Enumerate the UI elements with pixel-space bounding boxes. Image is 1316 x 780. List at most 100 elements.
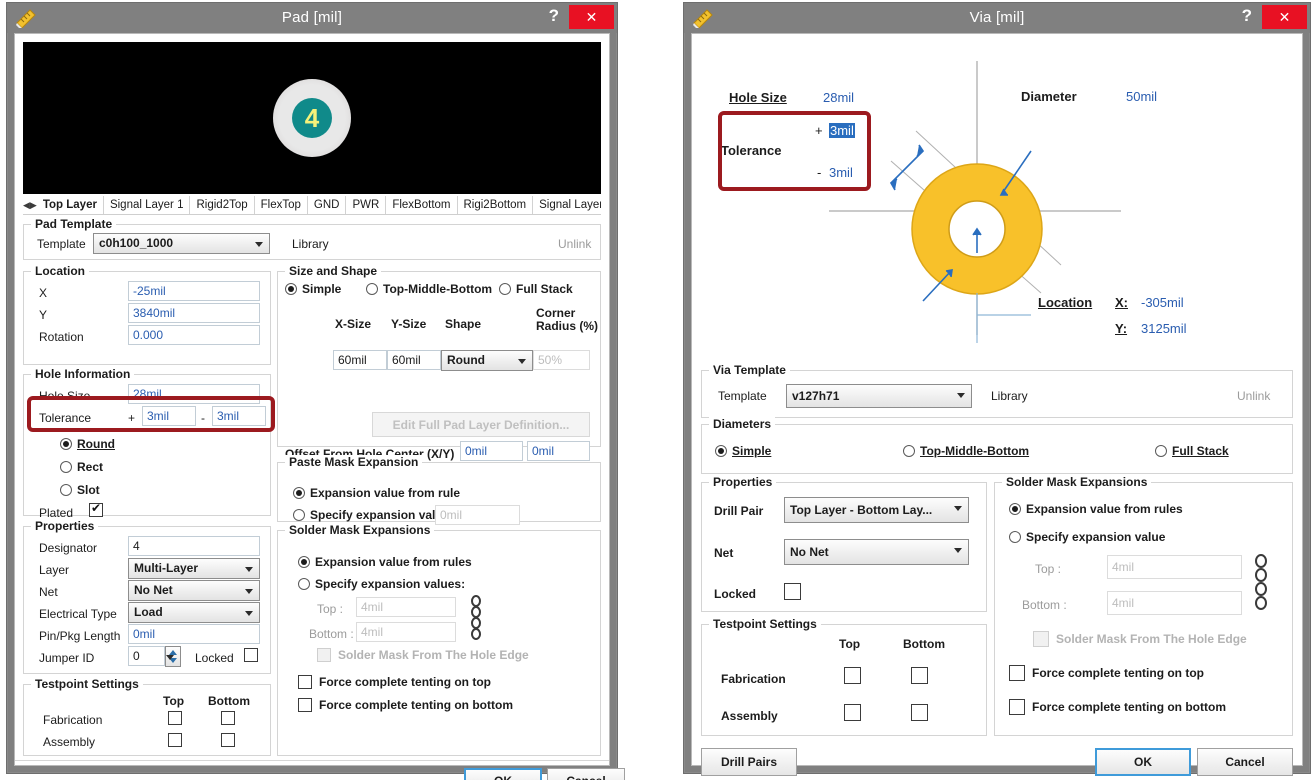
via-sm-hole-edge-checkbox-row[interactable]: Solder Mask From The Hole Edge [1033,631,1247,647]
layer-tabstrip[interactable]: ◀ ▶ Top Layer Signal Layer 1 Rigid2Top F… [23,196,601,215]
pin-pkg-length-input[interactable]: 0mil [128,624,260,644]
pad-template-select[interactable]: c0h100_1000 [93,233,270,254]
pad-ok-button[interactable]: OK [464,768,542,780]
via-tent-bottom-checkbox[interactable] [1009,699,1025,715]
via-tolerance-plus-value[interactable]: 3mil [829,123,855,138]
via-tent-top-checkbox[interactable] [1009,665,1025,681]
via-sm-specify-radio[interactable]: Specify expansion value [1009,530,1165,544]
jumper-id-input[interactable]: 0 [128,646,165,666]
pad-sm-hole-edge-checkbox[interactable] [317,648,331,662]
tab-scroll-left-icon[interactable]: ◀ [23,196,30,214]
size-full-stack-radio[interactable]: Full Stack [499,282,573,296]
pad-sm-bottom-input[interactable]: 4mil [356,622,456,642]
pad-dialog-titlebar[interactable]: Pad [mil] ? ✕ [7,3,617,33]
via-cancel-button[interactable]: Cancel [1197,748,1293,776]
layer-select[interactable]: Multi-Layer [128,558,260,579]
paste-mask-value-input[interactable]: 0mil [435,505,520,525]
tab-rigid2top[interactable]: Rigid2Top [190,196,254,214]
edit-full-pad-layer-definition-button[interactable]: Edit Full Pad Layer Definition... [372,412,590,437]
pad-tent-top-checkbox-row[interactable]: Force complete tenting on top [298,675,491,689]
via-fabrication-top-checkbox[interactable] [844,667,861,684]
pad-sm-hole-edge-checkbox-row[interactable]: Solder Mask From The Hole Edge [317,648,529,662]
pad-fabrication-bottom-checkbox[interactable] [221,711,235,725]
pad-tent-bottom-checkbox[interactable] [298,698,312,712]
via-template-select[interactable]: v127h71 [786,384,972,408]
tab-flextop[interactable]: FlexTop [255,196,308,214]
drill-pairs-button[interactable]: Drill Pairs [701,748,797,776]
tab-signal-layer-1[interactable]: Signal Layer 1 [104,196,191,214]
pad-unlink-button[interactable]: Unlink [558,237,591,251]
x-size-input[interactable]: 60mil [333,350,387,370]
pad-help-button[interactable]: ? [549,6,559,26]
link-chain-icon[interactable] [470,595,480,648]
via-tent-top-checkbox-row[interactable]: Force complete tenting on top [1009,665,1204,681]
pad-cancel-button[interactable]: Cancel [547,768,625,780]
pad-assembly-top-checkbox[interactable] [168,733,182,747]
tab-flexbottom[interactable]: FlexBottom [386,196,457,214]
tab-gnd[interactable]: GND [308,196,347,214]
via-sm-top-input[interactable]: 4mil [1107,555,1242,579]
via-location-x-value[interactable]: -305mil [1141,295,1184,310]
pad-sm-from-rules-radio[interactable]: Expansion value from rules [298,555,472,569]
tolerance-minus-input[interactable]: 3mil [212,406,266,426]
via-location-y-value[interactable]: 3125mil [1141,321,1187,336]
pad-assembly-bottom-checkbox[interactable] [221,733,235,747]
via-diameter-value[interactable]: 50mil [1126,89,1157,104]
electrical-type-select[interactable]: Load [128,602,260,623]
designator-input[interactable]: 4 [128,536,260,556]
size-tmb-radio[interactable]: Top-Middle-Bottom [366,282,492,296]
via-fabrication-bottom-checkbox[interactable] [911,667,928,684]
tolerance-plus-input[interactable]: 3mil [142,406,196,426]
location-rotation-input[interactable]: 0.000 [128,325,260,345]
net-select[interactable]: No Net [128,580,260,601]
hole-shape-rect-radio[interactable]: Rect [60,460,103,474]
location-y-input[interactable]: 3840mil [128,303,260,323]
pad-tent-top-checkbox[interactable] [298,675,312,689]
offset-y-input[interactable]: 0mil [527,441,590,461]
via-locked-checkbox[interactable] [784,583,801,600]
via-assembly-bottom-checkbox[interactable] [911,704,928,721]
pad-tent-bottom-checkbox-row[interactable]: Force complete tenting on bottom [298,698,513,712]
diameters-simple-radio[interactable]: Simple [715,444,771,458]
pad-close-button[interactable]: ✕ [569,5,614,29]
location-x-input[interactable]: -25mil [128,281,260,301]
via-assembly-top-checkbox[interactable] [844,704,861,721]
via-hole-size-value[interactable]: 28mil [823,90,854,105]
via-net-select[interactable]: No Net [784,539,969,565]
shape-select[interactable]: Round [441,350,533,371]
via-sm-from-rules-radio[interactable]: Expansion value from rules [1009,502,1183,516]
hole-size-input[interactable]: 28mil [128,384,260,404]
pad-locked-checkbox[interactable] [244,648,258,662]
jumper-id-stepper[interactable] [165,646,181,667]
via-tolerance-minus-value[interactable]: 3mil [829,165,853,180]
via-help-button[interactable]: ? [1242,6,1252,26]
plated-checkbox[interactable] [89,503,103,517]
paste-mask-from-rule-radio[interactable]: Expansion value from rule [293,486,460,500]
diameters-tmb-radio[interactable]: Top-Middle-Bottom [903,444,1029,458]
via-unlink-button[interactable]: Unlink [1237,389,1270,403]
tab-top-layer[interactable]: Top Layer [37,196,104,214]
via-sm-hole-edge-checkbox[interactable] [1033,631,1049,647]
tab-signal-layer-2[interactable]: Signal Layer 2 [533,196,601,214]
tab-pwr[interactable]: PWR [346,196,386,214]
drill-pair-select[interactable]: Top Layer - Bottom Lay... [784,497,969,523]
via-ok-button[interactable]: OK [1095,748,1191,776]
via-sm-bottom-input[interactable]: 4mil [1107,591,1242,615]
pad-sm-specify-radio[interactable]: Specify expansion values: [298,577,465,591]
size-simple-radio[interactable]: Simple [285,282,341,296]
paste-mask-specify-radio[interactable]: Specify expansion value [293,508,449,522]
offset-x-input[interactable]: 0mil [460,441,523,461]
tab-rigi2bottom[interactable]: Rigi2Bottom [458,196,534,214]
corner-radius-input[interactable]: 50% [533,350,590,370]
hole-shape-round-radio[interactable]: Round [60,437,115,451]
via-tent-bottom-checkbox-row[interactable]: Force complete tenting on bottom [1009,699,1226,715]
pad-sm-top-input[interactable]: 4mil [356,597,456,617]
via-close-button[interactable]: ✕ [1262,5,1307,29]
pad-fabrication-top-checkbox[interactable] [168,711,182,725]
y-size-input[interactable]: 60mil [387,350,441,370]
tab-scroll-right-icon[interactable]: ▶ [30,196,37,214]
diameters-full-stack-radio[interactable]: Full Stack [1155,444,1229,458]
link-chain-icon[interactable] [1254,553,1264,620]
via-dialog-titlebar[interactable]: Via [mil] ? ✕ [684,3,1310,33]
hole-shape-slot-radio[interactable]: Slot [60,483,100,497]
